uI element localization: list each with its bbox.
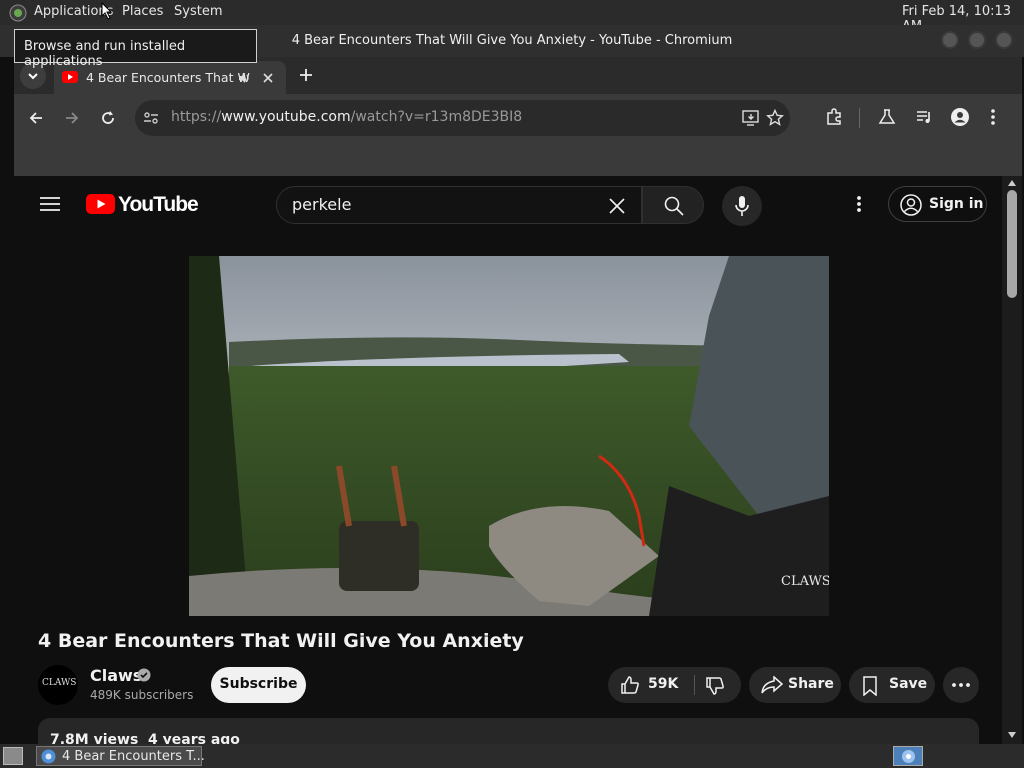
channel-name[interactable]: Claws xyxy=(90,666,142,685)
page-scrollbar[interactable] xyxy=(1002,176,1022,744)
settings-dots-icon[interactable] xyxy=(856,195,862,213)
url-path: /watch?v=r13m8DE3BI8 xyxy=(350,109,523,125)
video-title: 4 Bear Encounters That Will Give You Anx… xyxy=(38,630,524,652)
mouse-cursor-icon xyxy=(101,2,113,20)
thumbs-up-icon xyxy=(621,676,639,694)
search-query: perkele xyxy=(292,195,352,214)
bookmark-star-icon[interactable] xyxy=(766,109,784,127)
menu-system[interactable]: System xyxy=(174,4,222,19)
share-button[interactable]: Share xyxy=(749,667,841,703)
top-panel: Applications Places System Fri Feb 14, 1… xyxy=(0,0,1024,34)
install-app-icon[interactable] xyxy=(742,110,760,126)
bottom-taskbar: 4 Bear Encounters T... xyxy=(0,744,1024,768)
bookmark-icon xyxy=(863,676,877,696)
verified-badge-icon xyxy=(137,668,151,682)
browser-toolbar: https://www.youtube.com/watch?v=r13m8DE3… xyxy=(14,94,1022,142)
voice-search-button[interactable] xyxy=(722,186,762,226)
microphone-icon xyxy=(735,196,749,216)
media-controls-icon[interactable] xyxy=(915,108,933,126)
minimize-button[interactable] xyxy=(941,31,959,49)
video-frame-image xyxy=(189,256,829,616)
back-arrow-icon[interactable] xyxy=(28,110,44,126)
applications-tooltip: Browse and run installed applications xyxy=(14,29,257,69)
labs-flask-icon[interactable] xyxy=(878,108,896,126)
share-icon xyxy=(761,676,783,694)
gnome-logo-icon[interactable] xyxy=(9,4,27,26)
like-count: 59K xyxy=(648,676,679,692)
search-input[interactable]: perkele xyxy=(276,186,642,224)
address-bar[interactable]: https://www.youtube.com/watch?v=r13m8DE3… xyxy=(135,100,790,136)
youtube-logo-icon xyxy=(86,194,115,214)
share-label: Share xyxy=(788,676,834,692)
toolbar-divider xyxy=(859,108,860,128)
like-button[interactable]: 59K xyxy=(608,667,694,703)
kebab-menu-icon[interactable] xyxy=(989,108,997,126)
search-icon xyxy=(664,196,684,216)
site-info-icon[interactable] xyxy=(143,111,159,125)
url-scheme: https:// xyxy=(171,109,222,125)
close-tab-icon[interactable] xyxy=(262,72,274,84)
new-tab-icon[interactable] xyxy=(299,68,313,82)
sign-in-button[interactable]: Sign in xyxy=(888,186,987,222)
youtube-page: YouTube perkele Sign in CLAWS 4 Bear Enc… xyxy=(14,176,1022,744)
save-label: Save xyxy=(889,676,928,692)
subscriber-count: 489K subscribers xyxy=(90,688,194,702)
video-watermark: CLAWS xyxy=(781,574,829,589)
taskbar-window-item[interactable]: 4 Bear Encounters T... xyxy=(36,746,205,766)
url-text: https://www.youtube.com/watch?v=r13m8DE3… xyxy=(171,109,522,125)
workspace-chromium-icon xyxy=(902,750,915,763)
profile-icon[interactable] xyxy=(950,107,970,127)
close-window-button[interactable] xyxy=(995,31,1013,49)
reload-icon[interactable] xyxy=(100,110,116,126)
save-button[interactable]: Save xyxy=(849,667,935,703)
youtube-logo-text: YouTube xyxy=(118,193,199,216)
youtube-favicon-icon xyxy=(62,71,78,83)
extensions-icon[interactable] xyxy=(825,108,843,126)
maximize-button[interactable] xyxy=(968,31,986,49)
channel-avatar[interactable]: CLAWS xyxy=(38,665,78,705)
show-desktop-icon[interactable] xyxy=(3,747,23,765)
subscribe-button[interactable]: Subscribe xyxy=(211,667,306,703)
sign-in-label: Sign in xyxy=(929,196,984,212)
forward-arrow-icon[interactable] xyxy=(64,110,80,126)
speaker-icon[interactable] xyxy=(237,71,251,85)
clear-search-icon[interactable] xyxy=(607,196,627,216)
scroll-up-icon[interactable] xyxy=(1008,180,1016,186)
scrollbar-thumb[interactable] xyxy=(1007,190,1017,298)
more-actions-button[interactable] xyxy=(943,667,979,703)
search-button[interactable] xyxy=(642,186,704,224)
url-host: www.youtube.com xyxy=(221,109,351,125)
more-horizontal-icon xyxy=(952,683,970,687)
like-dislike-group: 59K xyxy=(608,667,741,703)
thumbs-down-icon xyxy=(706,677,724,695)
dislike-button[interactable] xyxy=(695,667,741,703)
tab-title: 4 Bear Encounters That W xyxy=(86,70,250,85)
taskbar-item-label: 4 Bear Encounters T... xyxy=(62,749,205,764)
bookmark-bar xyxy=(14,142,1022,176)
scroll-down-icon[interactable] xyxy=(1008,732,1016,738)
hamburger-menu-icon[interactable] xyxy=(40,196,60,212)
account-icon xyxy=(900,194,922,216)
avatar-text: CLAWS xyxy=(42,678,77,688)
description-box[interactable]: 7.8M views 4 years ago xyxy=(38,718,979,744)
workspace-switcher[interactable] xyxy=(893,746,923,766)
views-and-date: 7.8M views 4 years ago xyxy=(50,732,240,744)
menu-places[interactable]: Places xyxy=(122,4,163,19)
video-player[interactable]: CLAWS xyxy=(189,256,829,616)
chromium-icon xyxy=(41,749,56,764)
